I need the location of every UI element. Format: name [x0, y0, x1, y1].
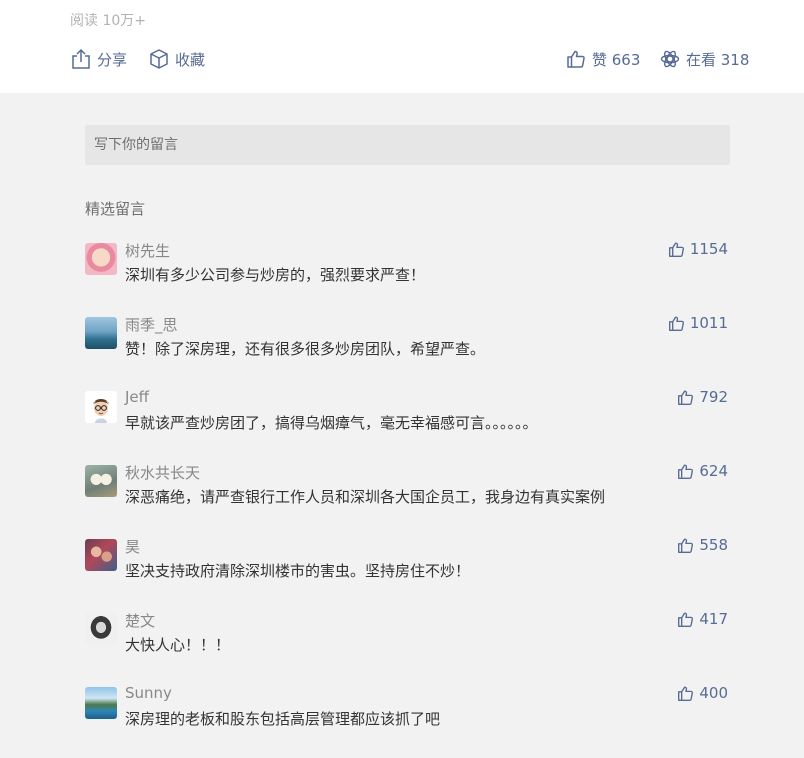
- comment-item: 秋水共长天 深恶痛绝，请严查银行工作人员和深圳各大国企员工，我身边有真实案例 6…: [85, 462, 730, 536]
- wow-icon: [660, 49, 680, 69]
- comment-like-button[interactable]: 1011: [668, 314, 728, 332]
- comment-text: 深房理的老板和股东包括高层管理都应该抓了吧: [125, 710, 441, 728]
- thumb-up-icon: [677, 389, 694, 406]
- comment-like-button[interactable]: 417: [677, 610, 728, 628]
- thumb-up-icon: [566, 49, 586, 69]
- avatar[interactable]: [85, 687, 117, 719]
- comment-like-count: 1154: [689, 240, 728, 258]
- share-label: 分享: [97, 50, 128, 69]
- comment-like-button[interactable]: 624: [677, 462, 728, 480]
- comment-text: 早就该严查炒房团了，搞得乌烟瘴气，毫无幸福感可言。。。。。。: [125, 414, 538, 432]
- avatar[interactable]: [85, 391, 117, 423]
- comment-like-count: 792: [699, 388, 728, 406]
- comment-text: 深圳有多少公司参与炒房的，强烈要求严查！: [125, 266, 426, 284]
- avatar[interactable]: [85, 613, 117, 645]
- thumb-up-icon: [677, 611, 694, 628]
- avatar[interactable]: [85, 243, 117, 275]
- like-button[interactable]: 赞 663: [566, 46, 640, 72]
- thumb-up-icon: [668, 241, 685, 258]
- wow-button[interactable]: 在看 318: [660, 46, 749, 72]
- comment-nickname: 昊: [125, 538, 141, 556]
- comment-nickname: 雨季_思: [125, 316, 178, 334]
- comment-item: 树先生 深圳有多少公司参与炒房的，强烈要求严查！ 1154: [85, 240, 730, 314]
- comment-nickname: 树先生: [125, 242, 171, 260]
- share-icon: [71, 48, 91, 70]
- thumb-up-icon: [677, 685, 694, 702]
- comment-input[interactable]: 写下你的留言: [85, 125, 730, 165]
- avatar[interactable]: [85, 317, 117, 349]
- collect-icon: [149, 48, 169, 70]
- comment-like-button[interactable]: 792: [677, 388, 728, 406]
- comment-nickname: Jeff: [125, 388, 149, 406]
- thumb-up-icon: [677, 463, 694, 480]
- comment-item: 昊 坚决支持政府清除深圳楼市的害虫。坚持房住不炒！ 558: [85, 536, 730, 610]
- read-count: 阅读 10万+: [70, 13, 146, 29]
- comment-text: 大快人心！！！: [125, 636, 231, 654]
- comment-nickname: 楚文: [125, 612, 156, 630]
- collect-button[interactable]: 收藏: [149, 46, 205, 72]
- comment-list: 树先生 深圳有多少公司参与炒房的，强烈要求严查！ 1154 雨季_思 赞！除了深…: [85, 240, 730, 758]
- comment-text: 深恶痛绝，请严查银行工作人员和深圳各大国企员工，我身边有真实案例: [125, 488, 606, 506]
- comment-nickname: 秋水共长天: [125, 464, 201, 482]
- comment-item: Jeff 早就该严查炒房团了，搞得乌烟瘴气，毫无幸福感可言。。。。。。 792: [85, 388, 730, 462]
- comment-item: Sunny 深房理的老板和股东包括高层管理都应该抓了吧 400: [85, 684, 730, 758]
- comment-like-count: 624: [699, 462, 728, 480]
- comment-like-count: 400: [699, 684, 728, 702]
- comment-like-count: 558: [699, 536, 728, 554]
- share-button[interactable]: 分享: [71, 46, 127, 72]
- comment-like-count: 1011: [689, 314, 728, 332]
- collect-label: 收藏: [175, 50, 206, 69]
- comment-like-button[interactable]: 1154: [668, 240, 728, 258]
- avatar[interactable]: [85, 465, 117, 497]
- comment-like-count: 417: [699, 610, 728, 628]
- article-footer-bar: 阅读 10万+ 分享 收藏 赞 663 在看 318: [0, 0, 804, 93]
- comment-item: 楚文 大快人心！！！ 417: [85, 610, 730, 684]
- comment-text: 赞！除了深房理，还有很多很多炒房团队，希望严查。: [125, 340, 486, 358]
- comment-text: 坚决支持政府清除深圳楼市的害虫。坚持房住不炒！: [125, 562, 471, 580]
- avatar[interactable]: [85, 539, 117, 571]
- like-count: 赞 663: [592, 50, 641, 69]
- thumb-up-icon: [677, 537, 694, 554]
- comment-nickname: Sunny: [125, 684, 172, 702]
- comment-like-button[interactable]: 400: [677, 684, 728, 702]
- comment-like-button[interactable]: 558: [677, 536, 728, 554]
- thumb-up-icon: [668, 315, 685, 332]
- section-title: 精选留言: [85, 200, 146, 218]
- wow-count: 在看 318: [686, 50, 750, 69]
- comment-item: 雨季_思 赞！除了深房理，还有很多很多炒房团队，希望严查。 1011: [85, 314, 730, 388]
